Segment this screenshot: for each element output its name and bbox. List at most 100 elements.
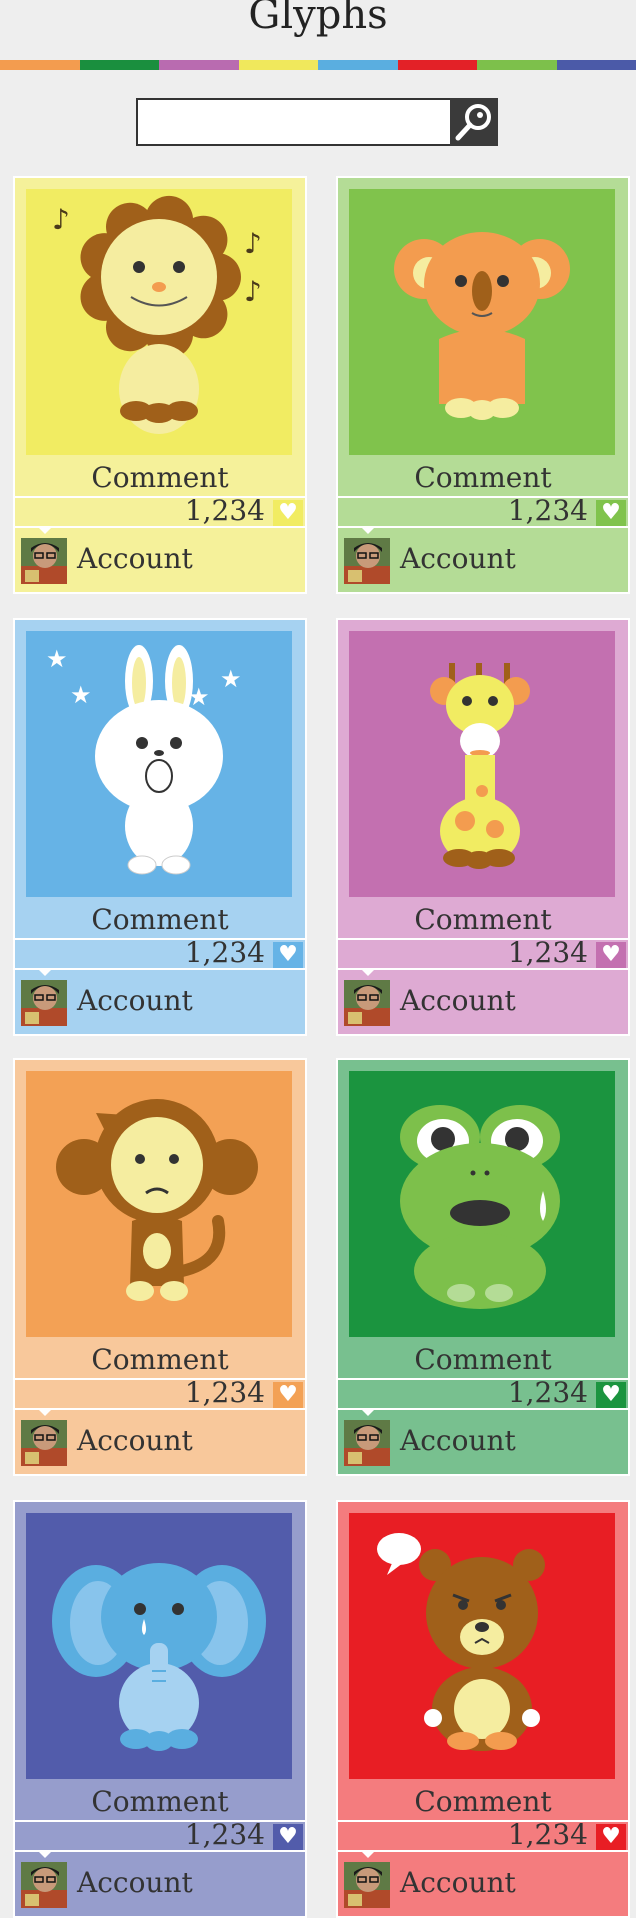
account-row[interactable]: Account xyxy=(15,1410,305,1474)
avatar-image xyxy=(344,1862,390,1908)
account-name[interactable]: Account xyxy=(400,984,516,1017)
svg-text:♪: ♪ xyxy=(244,227,262,260)
monkey-illustration xyxy=(26,1071,292,1337)
avatar[interactable] xyxy=(21,980,67,1026)
card-image[interactable] xyxy=(349,631,615,897)
account-name[interactable]: Account xyxy=(77,984,193,1017)
avatar[interactable] xyxy=(21,1420,67,1466)
heart-icon[interactable]: ♥ xyxy=(273,500,303,526)
heart-icon[interactable]: ♥ xyxy=(273,942,303,968)
account-row[interactable]: Account xyxy=(338,1852,628,1916)
glyph-card[interactable]: Comment 1,234 ♥ Account xyxy=(336,1500,630,1918)
like-count: 1,234 xyxy=(185,1818,265,1851)
avatar-image xyxy=(344,980,390,1026)
card-comment: Comment xyxy=(15,461,305,494)
account-name[interactable]: Account xyxy=(77,1424,193,1457)
header: Glyphs xyxy=(0,0,636,60)
heart-icon[interactable]: ♥ xyxy=(596,1824,626,1850)
avatar[interactable] xyxy=(344,1420,390,1466)
heart-icon[interactable]: ♥ xyxy=(596,500,626,526)
glyph-card[interactable]: ★ ★ ★ ★ Comment 1,234 ♥ Account xyxy=(13,618,307,1036)
glyph-card[interactable]: Comment 1,234 ♥ Account xyxy=(336,176,630,594)
card-image[interactable] xyxy=(349,1071,615,1337)
like-count: 1,234 xyxy=(508,1376,588,1409)
avatar[interactable] xyxy=(344,538,390,584)
card-comment: Comment xyxy=(338,1343,628,1376)
avatar[interactable] xyxy=(21,1862,67,1908)
account-name[interactable]: Account xyxy=(77,1866,193,1899)
koala-illustration xyxy=(349,189,615,455)
avatar-image xyxy=(21,1420,67,1466)
like-bar: 1,234 ♥ xyxy=(338,1378,628,1410)
account-name[interactable]: Account xyxy=(400,1424,516,1457)
like-count: 1,234 xyxy=(185,494,265,527)
card-comment: Comment xyxy=(338,461,628,494)
svg-text:★: ★ xyxy=(46,645,68,673)
stripe-segment xyxy=(318,60,398,70)
like-bar: 1,234 ♥ xyxy=(15,496,305,528)
account-name[interactable]: Account xyxy=(400,1866,516,1899)
card-comment: Comment xyxy=(15,903,305,936)
account-row[interactable]: Account xyxy=(338,1410,628,1474)
like-bar: 1,234 ♥ xyxy=(15,938,305,970)
stripe-segment xyxy=(398,60,478,70)
like-bar: 1,234 ♥ xyxy=(15,1378,305,1410)
svg-text:★: ★ xyxy=(70,681,92,709)
avatar[interactable] xyxy=(344,1862,390,1908)
stripe-segment xyxy=(239,60,319,70)
like-count: 1,234 xyxy=(185,936,265,969)
svg-text:★: ★ xyxy=(220,665,242,693)
glyph-card[interactable]: ♪ ♪ ♪ Comment 1,234 ♥ Account xyxy=(13,176,307,594)
stripe-segment xyxy=(557,60,636,70)
page-title: Glyphs xyxy=(0,0,636,38)
like-count: 1,234 xyxy=(508,494,588,527)
stripe-segment xyxy=(477,60,557,70)
card-image[interactable]: ★ ★ ★ ★ xyxy=(26,631,292,897)
account-row[interactable]: Account xyxy=(338,970,628,1034)
like-bar: 1,234 ♥ xyxy=(338,496,628,528)
search-input[interactable] xyxy=(136,98,466,146)
card-image[interactable]: ♪ ♪ ♪ xyxy=(26,189,292,455)
account-row[interactable]: Account xyxy=(338,528,628,592)
card-image[interactable] xyxy=(26,1513,292,1779)
card-comment: Comment xyxy=(15,1343,305,1376)
card-comment: Comment xyxy=(338,1785,628,1818)
heart-icon[interactable]: ♥ xyxy=(273,1382,303,1408)
giraffe-illustration xyxy=(349,631,615,897)
heart-icon[interactable]: ♥ xyxy=(273,1824,303,1850)
search-bar xyxy=(136,98,496,146)
heart-icon[interactable]: ♥ xyxy=(596,1382,626,1408)
heart-icon[interactable]: ♥ xyxy=(596,942,626,968)
like-bar: 1,234 ♥ xyxy=(338,1820,628,1852)
search-button[interactable] xyxy=(450,98,498,146)
glyph-card[interactable]: Comment 1,234 ♥ Account xyxy=(13,1058,307,1476)
card-image[interactable] xyxy=(26,1071,292,1337)
rabbit-illustration: ★ ★ ★ ★ xyxy=(26,631,292,897)
account-name[interactable]: Account xyxy=(400,542,516,575)
card-image[interactable] xyxy=(349,189,615,455)
glyph-card[interactable]: Comment 1,234 ♥ Account xyxy=(336,618,630,1036)
account-row[interactable]: Account xyxy=(15,1852,305,1916)
avatar-image xyxy=(21,538,67,584)
card-image[interactable] xyxy=(349,1513,615,1779)
glyph-card[interactable]: Comment 1,234 ♥ Account xyxy=(336,1058,630,1476)
svg-text:♪: ♪ xyxy=(244,275,262,308)
account-row[interactable]: Account xyxy=(15,970,305,1034)
elephant-illustration xyxy=(26,1513,292,1779)
like-count: 1,234 xyxy=(508,936,588,969)
avatar-image xyxy=(21,980,67,1026)
avatar[interactable] xyxy=(344,980,390,1026)
glyph-card[interactable]: Comment 1,234 ♥ Account xyxy=(13,1500,307,1918)
frog-illustration xyxy=(349,1071,615,1337)
account-row[interactable]: Account xyxy=(15,528,305,592)
account-name[interactable]: Account xyxy=(77,542,193,575)
stripe-segment xyxy=(80,60,160,70)
card-comment: Comment xyxy=(15,1785,305,1818)
stripe-segment xyxy=(159,60,239,70)
search-magnifier-icon xyxy=(450,98,498,146)
lion-illustration: ♪ ♪ ♪ xyxy=(26,189,292,455)
color-stripe xyxy=(0,60,636,70)
like-bar: 1,234 ♥ xyxy=(15,1820,305,1852)
like-bar: 1,234 ♥ xyxy=(338,938,628,970)
avatar[interactable] xyxy=(21,538,67,584)
